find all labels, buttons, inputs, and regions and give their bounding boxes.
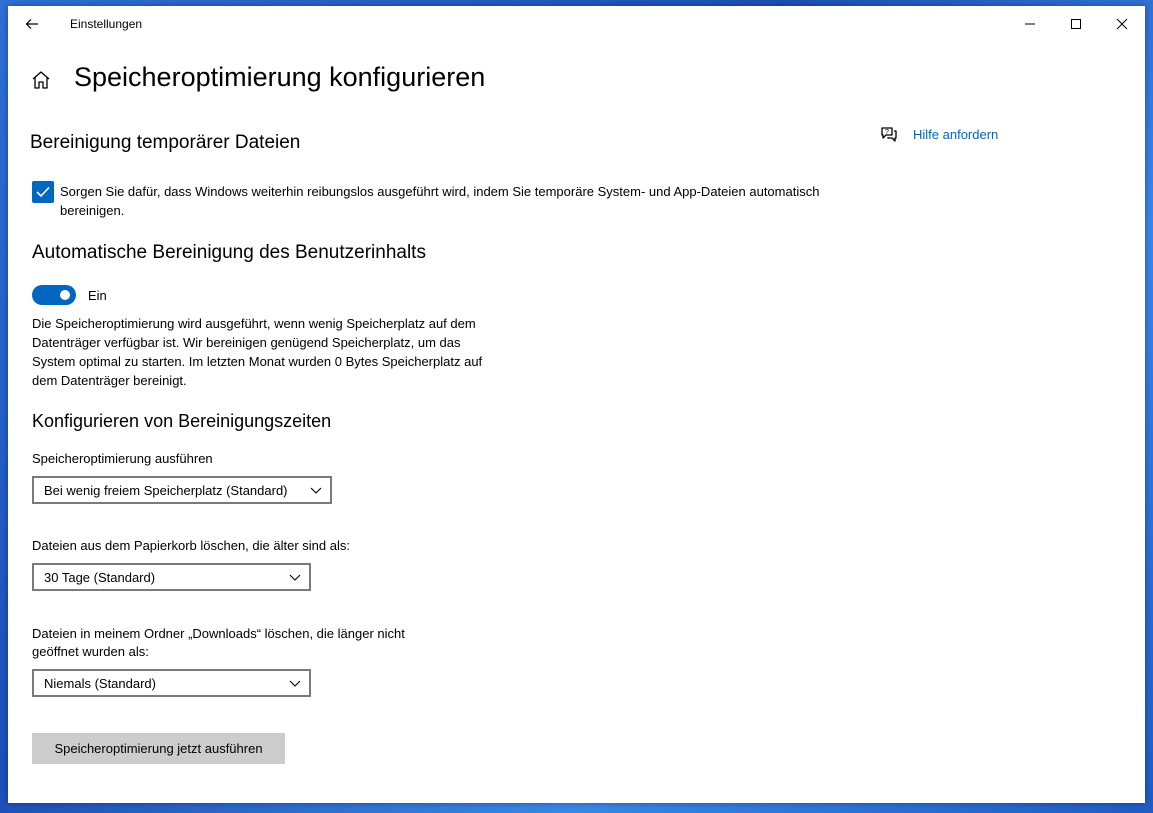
recycle-bin-value: 30 Tage (Standard) — [44, 570, 156, 585]
toggle-knob — [60, 290, 70, 300]
minimize-icon — [1025, 23, 1035, 25]
schedule-heading: Konfigurieren von Bereinigungszeiten — [32, 411, 332, 431]
close-icon — [1116, 18, 1128, 30]
downloads-label: Dateien in meinem Ordner „Downloads“ lös… — [32, 626, 405, 659]
app-title: Einstellungen — [70, 17, 143, 31]
chevron-down-icon — [289, 680, 301, 687]
home-icon[interactable] — [30, 69, 54, 93]
back-button[interactable] — [20, 12, 44, 36]
chevron-down-icon — [289, 574, 301, 581]
settings-window: Einstellungen Speicheroptimierung konfig… — [8, 6, 1145, 803]
chat-help-icon: ? — [881, 127, 897, 142]
downloads-value: Niemals (Standard) — [44, 676, 156, 691]
temp-files-checkbox[interactable] — [32, 181, 54, 203]
recycle-bin-label: Dateien aus dem Papierkorb löschen, die … — [32, 538, 350, 553]
help-link[interactable]: ? Hilfe anfordern — [880, 125, 998, 143]
run-schedule-dropdown[interactable]: Bei wenig freiem Speicherplatz (Standard… — [32, 476, 332, 504]
checkmark-icon — [36, 186, 50, 198]
temp-files-heading: Bereinigung temporärer Dateien — [30, 132, 301, 153]
temp-files-checkbox-label: Sorgen Sie dafür, dass Windows weiterhin… — [60, 184, 820, 218]
run-now-button[interactable]: Speicheroptimierung jetzt ausführen — [32, 733, 285, 764]
auto-cleanup-toggle[interactable] — [32, 285, 76, 305]
run-schedule-value: Bei wenig freiem Speicherplatz (Standard… — [44, 483, 288, 498]
page-title: Speicheroptimierung konfigurieren — [74, 62, 486, 92]
title-bar: Einstellungen — [8, 6, 1145, 42]
minimize-button[interactable] — [1007, 6, 1053, 42]
svg-text:?: ? — [885, 129, 889, 136]
run-schedule-label: Speicheroptimierung ausführen — [32, 451, 213, 466]
auto-cleanup-description: Die Speicheroptimierung wird ausgeführt,… — [32, 316, 483, 388]
downloads-dropdown[interactable]: Niemals (Standard) — [32, 669, 311, 697]
auto-cleanup-heading: Automatische Bereinigung des Benutzerinh… — [32, 242, 426, 263]
close-button[interactable] — [1099, 6, 1145, 42]
toggle-state-label: Ein — [88, 288, 107, 303]
maximize-icon — [1071, 19, 1081, 29]
recycle-bin-dropdown[interactable]: 30 Tage (Standard) — [32, 563, 311, 591]
back-arrow-icon — [25, 19, 38, 29]
help-link-label: Hilfe anfordern — [913, 126, 999, 142]
chevron-down-icon — [310, 487, 322, 494]
maximize-button[interactable] — [1053, 6, 1099, 42]
